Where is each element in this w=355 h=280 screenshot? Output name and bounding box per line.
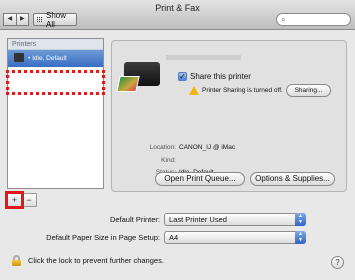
title-bar: Print & Fax ◀ ▶ Show All ⌕ xyxy=(0,0,355,30)
sharing-warning-text: Printer Sharing is turned off. xyxy=(202,87,283,94)
remove-printer-button[interactable]: − xyxy=(22,193,37,207)
default-paper-label: Default Paper Size in Page Setup: xyxy=(46,233,160,242)
lock-row: Click the lock to prevent further change… xyxy=(12,255,164,266)
nav-buttons: ◀ ▶ xyxy=(3,13,29,26)
forward-arrow-icon[interactable]: ▶ xyxy=(16,13,29,26)
printers-list-header: Printers xyxy=(8,39,103,50)
search-input[interactable]: ⌕ xyxy=(276,13,351,26)
location-value: CANON_IJ @ iMac xyxy=(179,144,236,151)
grid-icon xyxy=(37,16,43,23)
annotation-add-highlight xyxy=(5,191,24,209)
default-printer-select[interactable]: Last Printer Used ▲ ▼ xyxy=(164,213,306,226)
options-supplies-button[interactable]: Options & Supplies... xyxy=(250,172,335,186)
search-icon: ⌕ xyxy=(281,15,286,24)
lock-text: Click the lock to prevent further change… xyxy=(28,256,164,265)
popup-arrows-icon: ▲ ▼ xyxy=(295,231,306,244)
show-all-label: Show All xyxy=(46,10,67,29)
printer-icon xyxy=(116,58,162,94)
back-arrow-icon[interactable]: ◀ xyxy=(3,13,17,26)
sharing-button[interactable]: Sharing... xyxy=(286,84,331,97)
default-paper-select[interactable]: A4 ▲ ▼ xyxy=(164,231,306,244)
printer-status-text: • Idle, Default xyxy=(28,55,67,62)
annotation-dotted-highlight xyxy=(6,70,105,95)
default-printer-value: Last Printer Used xyxy=(169,215,227,224)
printer-name-redacted xyxy=(166,55,241,60)
location-key: Location: xyxy=(149,144,176,151)
warning-icon xyxy=(189,86,199,95)
open-print-queue-button[interactable]: Open Print Queue... xyxy=(155,172,245,186)
lock-icon[interactable] xyxy=(12,255,23,266)
share-printer-label: Share this printer xyxy=(190,72,251,81)
checkmark-icon[interactable]: ✓ xyxy=(178,72,187,81)
popup-arrows-icon: ▲ ▼ xyxy=(295,213,306,226)
list-item-printer[interactable]: • Idle, Default xyxy=(8,50,103,67)
help-icon[interactable]: ? xyxy=(331,256,344,269)
share-printer-checkbox[interactable]: ✓ Share this printer xyxy=(178,72,251,81)
sharing-warning: Printer Sharing is turned off. xyxy=(189,86,283,95)
kind-key: Kind: xyxy=(161,157,176,164)
show-all-button[interactable]: Show All xyxy=(33,10,77,29)
default-paper-value: A4 xyxy=(169,233,179,242)
default-printer-label: Default Printer: xyxy=(109,215,160,224)
printer-icon xyxy=(14,53,24,62)
printers-list[interactable]: Printers • Idle, Default xyxy=(6,38,105,189)
